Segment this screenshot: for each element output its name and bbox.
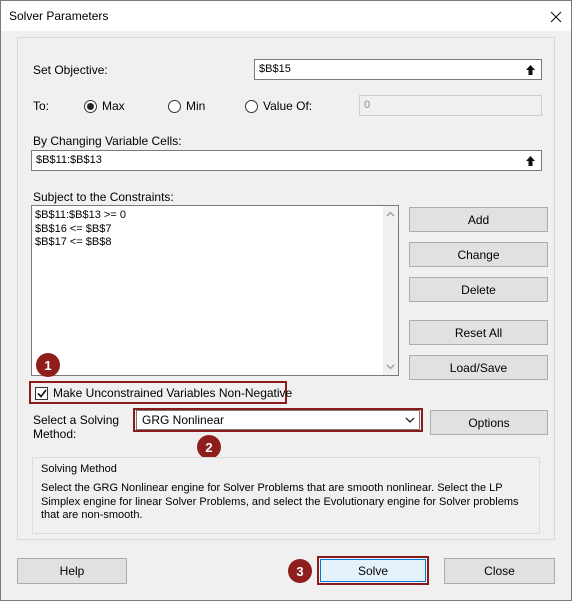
- constraints-list[interactable]: $B$11:$B$13 >= 0 $B$16 <= $B$7 $B$17 <= …: [31, 205, 399, 376]
- radio-value-of-circle[interactable]: [245, 99, 258, 113]
- add-button-label: Add: [467, 212, 490, 227]
- collapse-arrow-icon: [526, 64, 535, 75]
- nonneg-checkbox[interactable]: [35, 386, 48, 400]
- method-label-line2: Method:: [33, 427, 77, 441]
- radio-value-of[interactable]: Value Of:: [245, 99, 312, 113]
- changing-cells-value: $B$11:$B$13: [36, 154, 102, 166]
- changing-cells-label: By Changing Variable Cells:: [33, 134, 182, 148]
- objective-label: Set Objective:: [33, 63, 108, 77]
- change-button-label: Change: [457, 247, 500, 262]
- objective-value: $B$15: [259, 63, 291, 75]
- radio-max-label: Max: [102, 99, 125, 113]
- load-save-button-label: Load/Save: [449, 360, 508, 375]
- add-button[interactable]: Add: [409, 207, 548, 232]
- close-window-button[interactable]: [542, 4, 570, 30]
- radio-min[interactable]: Min: [168, 99, 205, 113]
- solving-method-heading: Solving Method: [41, 463, 117, 475]
- load-save-button[interactable]: Load/Save: [409, 355, 548, 380]
- radio-selected-dot: [87, 102, 94, 110]
- objective-collapse-button[interactable]: [520, 60, 541, 79]
- value-of-input[interactable]: 0: [359, 95, 542, 116]
- constraint-item[interactable]: $B$11:$B$13 >= 0: [35, 209, 126, 223]
- delete-button[interactable]: Delete: [409, 277, 548, 302]
- solve-button[interactable]: Solve: [320, 559, 426, 582]
- constraints-label: Subject to the Constraints:: [33, 190, 174, 204]
- reset-all-button-label: Reset All: [454, 325, 503, 340]
- to-label: To:: [33, 99, 50, 113]
- scroll-up-icon[interactable]: [386, 211, 395, 217]
- change-button[interactable]: Change: [409, 242, 548, 267]
- close-icon: [550, 11, 562, 23]
- step-badge-2: 2: [197, 435, 221, 459]
- method-label-line1: Select a Solving: [33, 413, 120, 427]
- dialog-title: Solver Parameters: [9, 9, 109, 23]
- value-of-value: 0: [364, 99, 371, 111]
- step-badge-3: 3: [288, 559, 312, 583]
- radio-max-circle[interactable]: [84, 99, 97, 113]
- method-selected: GRG Nonlinear: [142, 413, 225, 427]
- solve-button-label: Solve: [357, 563, 389, 578]
- step-badge-1: 1: [36, 353, 60, 377]
- nonneg-label: Make Unconstrained Variables Non-Negativ…: [53, 386, 293, 400]
- collapse-arrow-icon: [526, 155, 535, 166]
- nonneg-checkbox-row[interactable]: Make Unconstrained Variables Non-Negativ…: [35, 386, 292, 400]
- radio-min-circle[interactable]: [168, 99, 181, 113]
- reset-all-button[interactable]: Reset All: [409, 320, 548, 345]
- solving-method-group: Solving Method Select the GRG Nonlinear …: [32, 457, 540, 534]
- help-button[interactable]: Help: [17, 558, 127, 584]
- options-button-label: Options: [468, 415, 510, 430]
- constraint-item[interactable]: $B$17 <= $B$8: [35, 236, 126, 250]
- method-select[interactable]: GRG Nonlinear: [136, 410, 420, 430]
- options-button[interactable]: Options: [430, 410, 548, 435]
- title-bar: Solver Parameters: [1, 1, 571, 31]
- radio-value-of-label: Value Of:: [263, 99, 313, 113]
- scroll-down-icon[interactable]: [386, 364, 395, 370]
- constraints-items: $B$11:$B$13 >= 0 $B$16 <= $B$7 $B$17 <= …: [35, 209, 126, 250]
- close-button[interactable]: Close: [444, 558, 555, 584]
- help-button-label: Help: [59, 564, 85, 578]
- checkmark-icon: [36, 389, 47, 398]
- objective-input[interactable]: $B$15: [254, 59, 542, 80]
- changing-cells-collapse-button[interactable]: [520, 151, 541, 170]
- changing-cells-input[interactable]: $B$11:$B$13: [31, 150, 542, 171]
- chevron-down-icon: [405, 417, 415, 423]
- radio-max[interactable]: Max: [84, 99, 125, 113]
- solving-method-description: Select the GRG Nonlinear engine for Solv…: [41, 482, 519, 521]
- close-button-label: Close: [484, 564, 515, 578]
- radio-min-label: Min: [186, 99, 206, 113]
- constraint-item[interactable]: $B$16 <= $B$7: [35, 223, 126, 237]
- constraints-scrollbar[interactable]: [383, 206, 398, 375]
- delete-button-label: Delete: [461, 282, 496, 297]
